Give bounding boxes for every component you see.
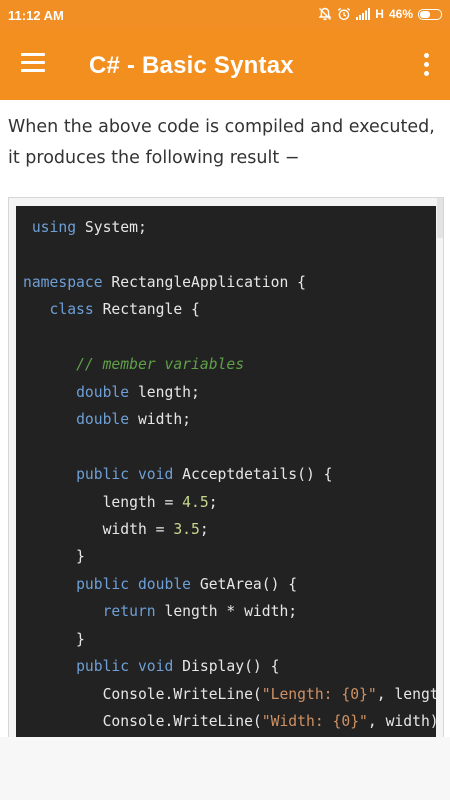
status-bar: 11:12 AM H 46% <box>0 0 450 31</box>
code-token: length = <box>23 493 183 511</box>
code-token: ; <box>208 493 218 511</box>
code-line: namespace RectangleApplication { <box>23 269 436 296</box>
code-token: double <box>76 383 130 401</box>
code-block-frame: using System; namespace RectangleApplica… <box>8 197 444 737</box>
code-token: Display() { <box>173 658 280 676</box>
code-line: double length; <box>23 379 436 406</box>
hamburger-menu-icon[interactable] <box>20 53 48 77</box>
code-token: Console.WriteLine( <box>23 713 262 731</box>
code-token: , width); <box>367 713 436 731</box>
code-line: using System; <box>23 214 436 241</box>
signal-icon <box>356 8 371 20</box>
code-line: length = 4.5; <box>23 489 436 516</box>
code-token: public <box>76 658 130 676</box>
code-line: width = 3.5; <box>23 516 436 543</box>
code-token: length; <box>129 383 200 401</box>
code-token: double <box>137 575 192 593</box>
code-token: // member variables <box>76 356 245 374</box>
code-token: GetArea() { <box>191 575 298 593</box>
code-token: void <box>137 466 174 484</box>
code-line: Console.WriteLine("Width: {0}", width); <box>23 708 436 735</box>
code-token: } <box>23 548 85 566</box>
code-line: } <box>23 543 436 570</box>
code-token: Console.WriteLine( <box>23 685 262 703</box>
status-time: 11:12 AM <box>8 8 64 23</box>
battery-percent: 46% <box>388 7 413 21</box>
code-token: using <box>23 219 77 236</box>
code-token: return <box>102 603 156 621</box>
page-title: C# - Basic Syntax <box>89 52 294 79</box>
code-block[interactable]: using System; namespace RectangleApplica… <box>16 206 436 737</box>
code-scrollbar-thumb[interactable] <box>437 198 443 238</box>
code-token: class <box>49 301 94 319</box>
code-token: 4.5 <box>182 493 209 511</box>
code-token: public <box>76 466 130 484</box>
code-token: , length); <box>376 685 436 703</box>
code-line: // member variables <box>23 351 436 378</box>
code-token: double <box>76 411 130 429</box>
code-token: void <box>137 658 174 676</box>
code-line: Console.WriteLine("Length: {0}", length)… <box>23 681 436 708</box>
code-token: namespace <box>23 273 103 291</box>
status-icons: H 46% <box>318 7 442 21</box>
code-line: public double GetArea() { <box>23 571 436 598</box>
mute-bell-icon <box>318 7 332 21</box>
alarm-icon <box>338 7 351 21</box>
code-line: double width; <box>23 406 436 433</box>
network-type: H <box>375 7 384 21</box>
intro-paragraph: When the above code is compiled and exec… <box>8 117 435 168</box>
code-token: "Length: {0}" <box>261 685 377 703</box>
code-token: ; <box>199 520 209 538</box>
code-line: public void Display() { <box>23 653 436 680</box>
code-token: } <box>23 630 85 648</box>
code-token: 3.5 <box>173 520 200 538</box>
code-text: using System; namespace RectangleApplica… <box>23 214 436 737</box>
code-line: } <box>23 626 436 653</box>
code-scrollbar[interactable] <box>437 198 443 737</box>
code-token: Acceptdetails() { <box>173 466 333 484</box>
code-token: width = <box>23 520 174 538</box>
code-token: Rectangle { <box>93 301 200 319</box>
code-token: public <box>76 575 130 593</box>
content-area[interactable]: When the above code is compiled and exec… <box>0 100 450 737</box>
more-vert-icon[interactable] <box>420 53 432 79</box>
code-token: RectangleApplication { <box>102 273 306 291</box>
code-line: public void Acceptdetails() { <box>23 461 436 488</box>
code-token: width; <box>129 411 192 429</box>
battery-icon <box>418 8 442 20</box>
code-token: length * width; <box>155 603 298 621</box>
code-line: return length * width; <box>23 598 436 625</box>
bottom-bar <box>0 737 450 800</box>
app-bar: C# - Basic Syntax <box>0 31 450 100</box>
code-line: class Rectangle { <box>23 296 436 323</box>
code-token: "Width: {0}" <box>261 713 368 731</box>
code-token: System; <box>76 219 147 236</box>
